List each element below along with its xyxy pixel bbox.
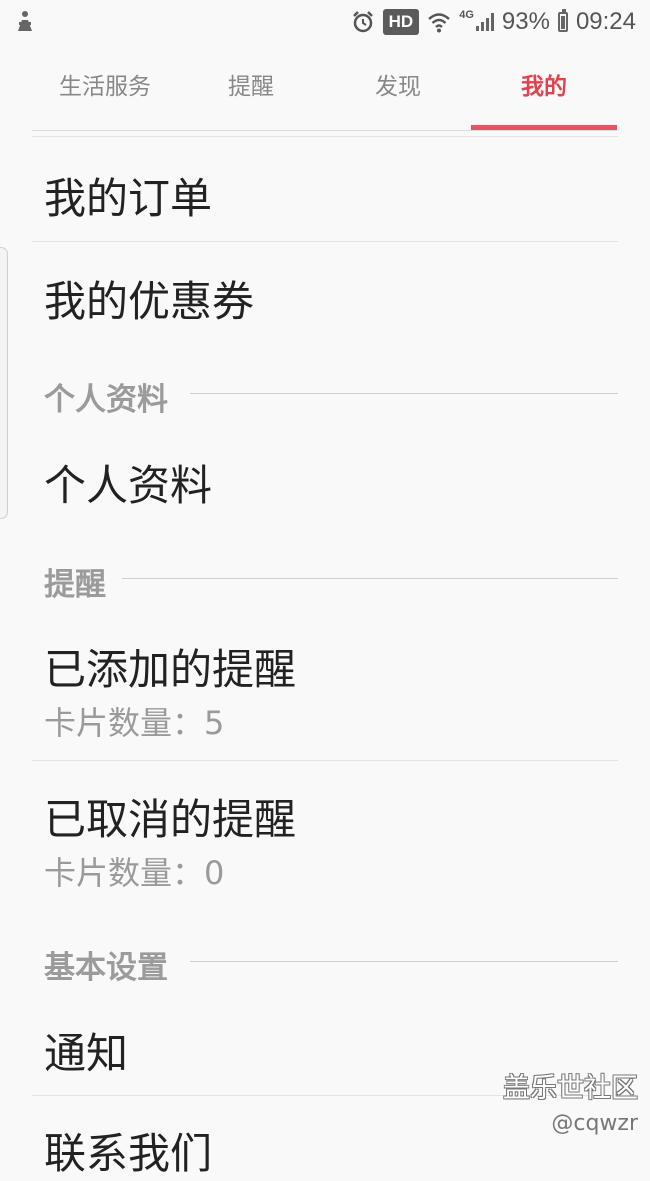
tab-bar: 生活服务 提醒 发现 我的 <box>32 44 618 130</box>
my-coupons-item[interactable]: 我的优惠券 <box>44 268 254 329</box>
section-header-settings: 基本设置 <box>44 950 168 986</box>
network-type: 4G <box>459 9 474 21</box>
section-header-reminders: 提醒 <box>44 567 106 603</box>
profile-item[interactable]: 个人资料 <box>44 452 212 513</box>
added-reminders-count: 卡片数量：5 <box>44 704 225 742</box>
notification-icon <box>18 11 32 31</box>
clock: 09:24 <box>575 8 636 35</box>
hd-badge: HD <box>382 9 420 35</box>
alarm-icon <box>352 11 373 33</box>
section-line <box>122 578 618 579</box>
watermark-title: 盖乐世社区 <box>503 1073 638 1104</box>
divider <box>32 241 618 242</box>
my-orders-item[interactable]: 我的订单 <box>44 165 212 226</box>
tab-reminders[interactable]: 提醒 <box>178 44 324 130</box>
tab-life-services[interactable]: 生活服务 <box>32 44 178 130</box>
cancelled-reminders-count: 卡片数量：0 <box>44 854 225 892</box>
added-reminders-item[interactable]: 已添加的提醒 <box>44 636 296 697</box>
section-header-profile: 个人资料 <box>44 382 168 418</box>
cancelled-reminders-item[interactable]: 已取消的提醒 <box>44 786 296 847</box>
battery-icon <box>557 9 568 32</box>
section-line <box>190 961 618 962</box>
watermark: 盖乐世社区 @cqwzr <box>488 1066 638 1136</box>
section-line <box>190 393 618 394</box>
status-bar: HD 4G 93% 09:24 <box>0 0 650 44</box>
tab-divider <box>32 130 618 131</box>
edge-panel-handle[interactable] <box>0 247 8 519</box>
watermark-handle: @cqwzr <box>551 1111 638 1136</box>
contact-us-item[interactable]: 联系我们 <box>44 1120 212 1181</box>
wifi-icon <box>428 13 451 33</box>
divider <box>32 760 618 761</box>
tab-discover[interactable]: 发现 <box>325 44 471 130</box>
battery-percent: 93% <box>501 8 550 35</box>
tab-me[interactable]: 我的 <box>471 44 617 130</box>
notifications-item[interactable]: 通知 <box>44 1020 128 1081</box>
signal-icon <box>475 13 494 31</box>
tab-divider-secondary <box>32 136 618 137</box>
